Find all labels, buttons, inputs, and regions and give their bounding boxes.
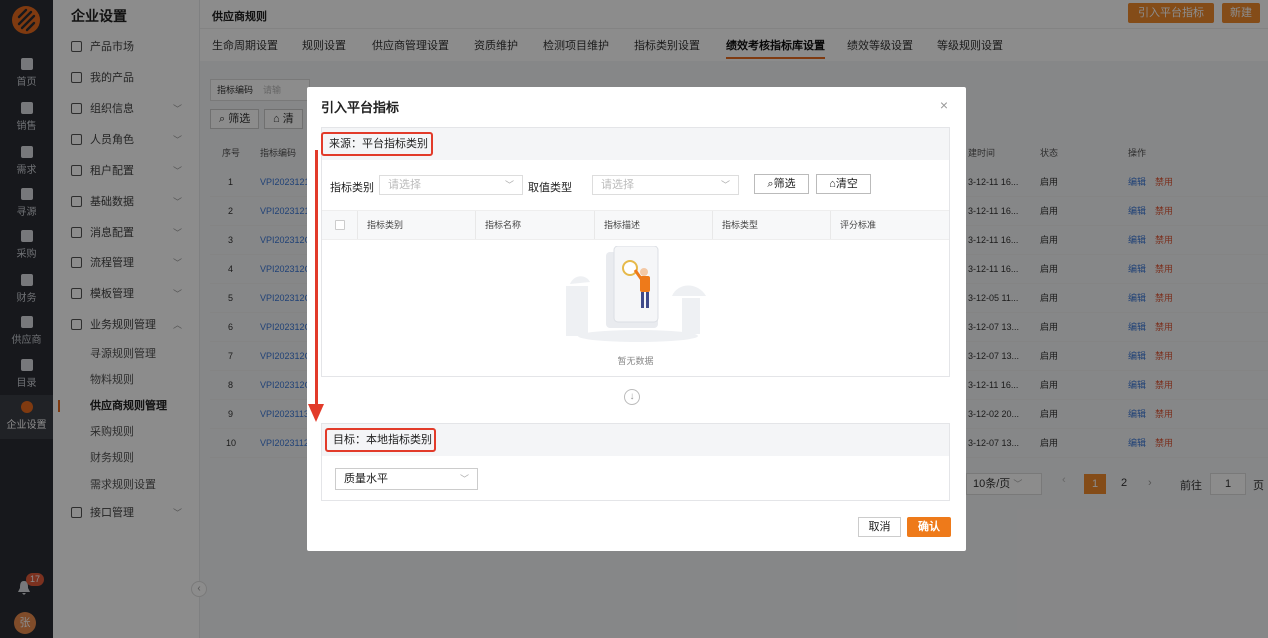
target-category-select[interactable]: 质量水平 ﹀ (335, 468, 478, 490)
modal-clear-button[interactable]: ⌂清空 (816, 174, 871, 194)
column-divider (357, 211, 358, 239)
source-label: 来源：平台指标类别 (321, 132, 433, 156)
annotation-arrow-head (308, 404, 324, 422)
column-divider (475, 211, 476, 239)
column-divider (830, 211, 831, 239)
value-type-label: 取值类型 (528, 182, 572, 194)
column-divider (594, 211, 595, 239)
cancel-button[interactable]: 取消 (858, 517, 901, 537)
source-panel: 来源：平台指标类别 指标类别 请选择 ﹀ 取值类型 请选择 ﹀ ⌕筛选 ⌂清空 指标… (321, 127, 950, 377)
import-index-modal: 引入平台指标 × 来源：平台指标类别 指标类别 请选择 ﹀ 取值类型 请选择 ﹀ ⌕… (307, 87, 966, 551)
target-category-value: 质量水平 (344, 473, 388, 485)
modal-title: 引入平台指标 (321, 100, 400, 115)
annotation-arrow-line (315, 150, 318, 408)
target-panel: 目标：本地指标类别 质量水平 ﹀ (321, 423, 950, 501)
chevron-down-icon: ﹀ (459, 474, 469, 484)
modal-table-header: 指标类别 指标名称 指标描述 指标类型 评分标准 (322, 210, 949, 240)
modal-column-category: 指标类别 (367, 220, 404, 230)
category-select[interactable]: 请选择 ﹀ (379, 175, 523, 195)
chevron-down-icon: ﹀ (504, 180, 514, 190)
modal-filter-button[interactable]: ⌕筛选 (754, 174, 809, 194)
confirm-button[interactable]: 确认 (907, 517, 951, 537)
target-label: 目标：本地指标类别 (325, 428, 436, 452)
modal-column-description: 指标描述 (604, 220, 641, 230)
target-panel-header: 目标：本地指标类别 (322, 424, 949, 456)
empty-state-illustration (566, 246, 706, 342)
column-divider (712, 211, 713, 239)
chevron-down-icon: ﹀ (720, 180, 730, 190)
modal-column-type: 指标类型 (722, 220, 759, 230)
broom-icon: ⌂ (829, 178, 836, 190)
modal-column-scoring: 评分标准 (840, 220, 877, 230)
source-panel-header: 来源：平台指标类别 (321, 128, 949, 160)
empty-state-text: 暂无数据 (617, 356, 654, 366)
select-all-checkbox[interactable] (335, 220, 345, 230)
category-select-placeholder: 请选择 (388, 179, 421, 191)
modal-filter-label: 筛选 (773, 178, 796, 190)
modal-column-name: 指标名称 (485, 220, 522, 230)
arrow-down-circle-icon: ↓ (624, 389, 640, 405)
value-type-select-placeholder: 请选择 (601, 179, 634, 191)
value-type-select[interactable]: 请选择 ﹀ (592, 175, 739, 195)
category-label: 指标类别 (330, 182, 374, 194)
modal-clear-label: 清空 (835, 178, 858, 190)
close-icon[interactable]: × (940, 97, 948, 113)
